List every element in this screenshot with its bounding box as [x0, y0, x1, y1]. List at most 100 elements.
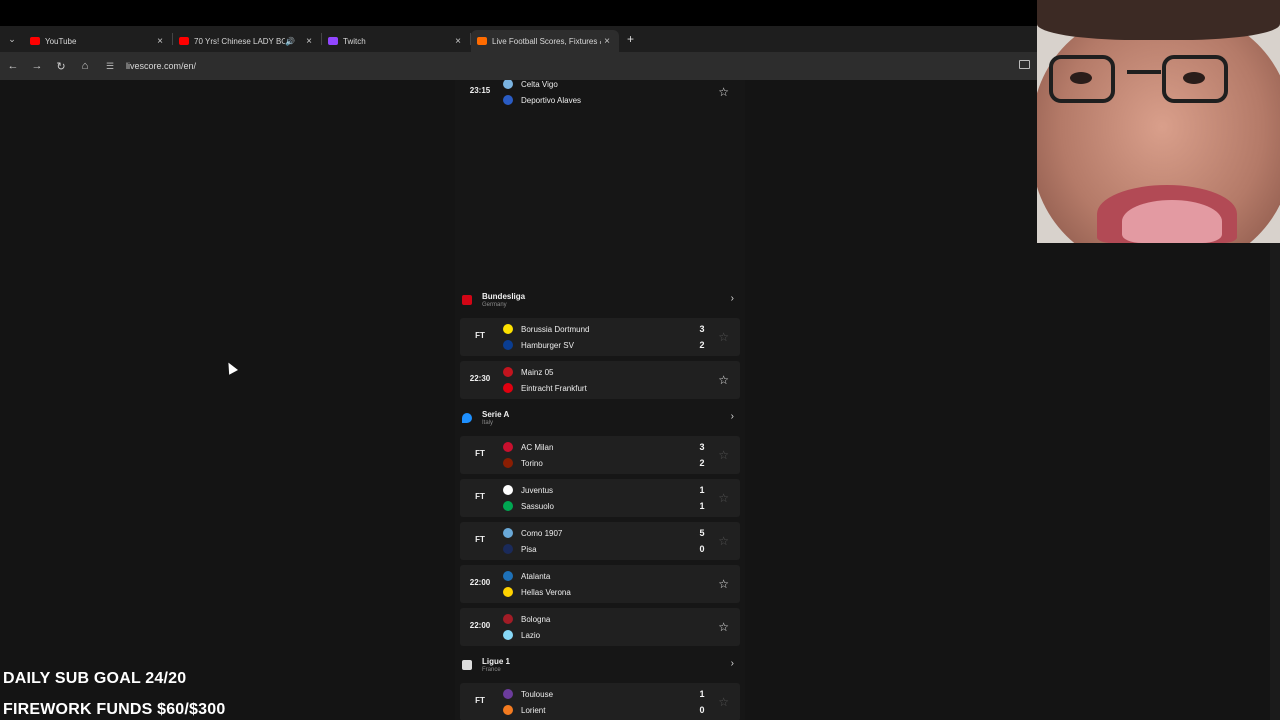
match-row[interactable]: FT Borussia Dortmund Hamburger SV 3 2 ☆ [460, 318, 740, 356]
site-settings-icon[interactable]: ☰ [106, 61, 122, 72]
league-text: Serie A Italy [482, 410, 509, 426]
match-row[interactable]: 22:00 Bologna Lazio ☆ [460, 608, 740, 646]
league-country: France [482, 667, 501, 673]
close-tab-icon[interactable]: × [154, 36, 166, 47]
favorite-star-icon[interactable]: ☆ [718, 620, 729, 634]
favorite-star-icon[interactable]: ☆ [718, 491, 729, 505]
match-row[interactable]: 22:30 Mainz 05 Eintracht Frankfurt ☆ [460, 361, 740, 399]
league-name: Serie A [482, 410, 510, 419]
close-tab-icon[interactable]: × [303, 36, 315, 47]
match-row[interactable]: FT Como 1907 Pisa 5 0 ☆ [460, 522, 740, 560]
tab-title: YouTube [45, 36, 77, 46]
ligue-1-icon [462, 660, 472, 670]
home-score: 1 [699, 485, 705, 495]
team-crest-icon [503, 340, 513, 350]
match-status: 23:15 [469, 86, 491, 95]
away-team: Torino [503, 457, 543, 469]
webcam-eye-right [1183, 72, 1205, 84]
favorite-star-icon[interactable]: ☆ [718, 330, 729, 344]
league-header[interactable]: Bundesliga Germany › [460, 286, 740, 314]
close-tab-icon[interactable]: × [601, 36, 613, 47]
team-crest-icon [503, 95, 513, 105]
league-name: Bundesliga [482, 292, 526, 301]
favorite-star-icon[interactable]: ☆ [718, 448, 729, 462]
away-team: Sassuolo [503, 500, 554, 512]
match-status: FT [475, 535, 485, 544]
match-row[interactable]: FT AC Milan Torino 3 2 ☆ [460, 436, 740, 474]
tab-search-chevron-icon[interactable]: ⌄ [0, 26, 24, 52]
team-crest-icon [503, 705, 513, 715]
browser-tab[interactable]: YouTube × [24, 30, 172, 52]
team-name: Eintracht Frankfurt [521, 383, 587, 393]
close-tab-icon[interactable]: × [452, 36, 464, 47]
favorite-star-icon[interactable]: ☆ [718, 373, 729, 387]
home-score: 1 [699, 689, 705, 699]
new-tab-icon[interactable]: + [627, 32, 634, 46]
chevron-right-icon[interactable]: › [731, 658, 734, 669]
tab-title: Twitch [343, 36, 366, 46]
webcam-eye-left [1070, 72, 1092, 84]
league-header[interactable]: Ligue 1 France › [460, 651, 740, 679]
favorite-star-icon[interactable]: ☆ [718, 534, 729, 548]
team-crest-icon [503, 501, 513, 511]
match-status: 22:00 [469, 578, 491, 587]
browser-tab[interactable]: 70 Yrs! Chinese LADY BOSS🔊 × [173, 30, 321, 52]
league-header[interactable]: Serie A Italy › [460, 404, 740, 432]
forward-arrow-icon[interactable]: → [26, 60, 48, 72]
back-arrow-icon[interactable]: ← [2, 60, 24, 72]
team-name: Celta Vigo [521, 80, 558, 89]
serie-a-icon [462, 413, 472, 423]
team-name: Lorient [521, 705, 546, 715]
match-status: FT [475, 331, 485, 340]
team-crest-icon [503, 383, 513, 393]
home-team: Celta Vigo [503, 80, 558, 90]
webcam-hair [1037, 0, 1280, 40]
match-status: 22:00 [469, 621, 491, 630]
youtube-icon [179, 37, 189, 45]
chevron-right-icon[interactable]: › [731, 411, 734, 422]
team-name: Como 1907 [521, 528, 563, 538]
url-text: livescore.com/en/ [126, 61, 197, 71]
match-row[interactable]: 22:00 Atalanta Hellas Verona ☆ [460, 565, 740, 603]
tab-title: Live Football Scores, Fixtures & [492, 36, 601, 46]
team-crest-icon [503, 367, 513, 377]
league-text: Bundesliga Germany [482, 292, 525, 308]
scrollbar[interactable] [1270, 243, 1280, 720]
webcam-overlay [1037, 0, 1280, 243]
webcam-tongue [1122, 200, 1222, 243]
league-text: Ligue 1 France [482, 657, 510, 673]
browser-tab[interactable]: Live Football Scores, Fixtures & × [471, 30, 619, 52]
away-team: Deportivo Alaves [503, 94, 581, 106]
away-team: Hamburger SV [503, 339, 574, 351]
home-score: 3 [699, 442, 705, 452]
team-crest-icon [503, 571, 513, 581]
match-row[interactable]: 23:15 Celta Vigo Deportivo Alaves ☆ [460, 80, 740, 111]
team-name: Hamburger SV [521, 340, 574, 350]
favorite-star-icon[interactable]: ☆ [718, 695, 729, 709]
match-status: FT [475, 449, 485, 458]
reload-icon[interactable]: ↻ [50, 60, 72, 73]
team-crest-icon [503, 442, 513, 452]
chevron-right-icon[interactable]: › [731, 293, 734, 304]
team-crest-icon [503, 80, 513, 89]
away-score: 2 [699, 340, 705, 350]
match-row[interactable]: FT Juventus Sassuolo 1 1 ☆ [460, 479, 740, 517]
home-icon[interactable]: ⌂ [74, 60, 96, 72]
home-team: Toulouse [503, 688, 553, 700]
omnibox[interactable]: ☰ livescore.com/en/ [106, 61, 196, 72]
speaker-icon[interactable]: 🔊 [285, 37, 295, 46]
screen: ⌄ YouTube×70 Yrs! Chinese LADY BOSS🔊×Twi… [0, 0, 1280, 720]
away-team: Hellas Verona [503, 586, 571, 598]
home-score: 5 [699, 528, 705, 538]
browser-tab[interactable]: Twitch × [322, 30, 470, 52]
team-name: Hellas Verona [521, 587, 571, 597]
favorite-star-icon[interactable]: ☆ [718, 85, 729, 99]
away-team: Lorient [503, 704, 545, 716]
team-name: Borussia Dortmund [521, 324, 590, 334]
team-name: Lazio [521, 630, 541, 640]
away-team: Pisa [503, 543, 537, 555]
match-row[interactable]: FT Toulouse Lorient 1 0 ☆ [460, 683, 740, 720]
home-team: Mainz 05 [503, 366, 553, 378]
cast-icon[interactable] [1019, 60, 1030, 69]
favorite-star-icon[interactable]: ☆ [718, 577, 729, 591]
